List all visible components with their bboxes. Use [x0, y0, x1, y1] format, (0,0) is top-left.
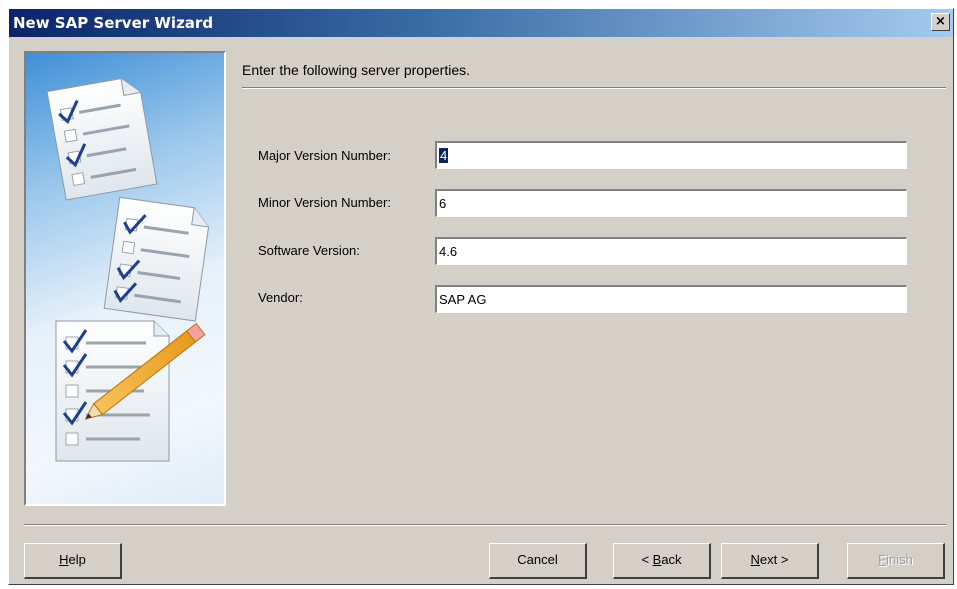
vendor-value: SAP AG: [439, 292, 487, 307]
vendor-label: Vendor:: [258, 290, 303, 305]
close-icon: ×: [935, 14, 946, 29]
back-label-suffix: ack: [661, 552, 682, 567]
footer-divider: [24, 524, 946, 526]
vendor-field[interactable]: SAP AG: [435, 285, 907, 313]
minor-version-field[interactable]: 6: [435, 189, 907, 217]
software-version-label: Software Version:: [258, 243, 360, 258]
help-label-suffix: elp: [68, 552, 86, 567]
finish-label-suffix: inish: [886, 552, 913, 567]
next-button[interactable]: Next >: [721, 543, 819, 579]
close-button[interactable]: ×: [931, 13, 950, 31]
back-label-prefix: <: [641, 552, 653, 567]
title-bar[interactable]: New SAP Server Wizard ×: [9, 9, 953, 37]
wizard-illustration: [24, 51, 226, 506]
cancel-button[interactable]: Cancel: [489, 543, 587, 579]
checklist-illustration-icon: [46, 78, 210, 462]
software-version-value: 4.6: [439, 244, 458, 259]
help-button[interactable]: Help: [24, 543, 122, 579]
finish-button[interactable]: Finish: [847, 543, 945, 579]
software-version-field[interactable]: 4.6: [435, 237, 907, 265]
next-label-key: N: [750, 552, 760, 567]
wizard-dialog: New SAP Server Wizard × Enter the follow…: [8, 8, 954, 585]
major-version-label: Major Version Number:: [258, 148, 391, 163]
window-title: New SAP Server Wizard: [13, 14, 214, 32]
finish-label-key: F: [878, 552, 887, 567]
back-button[interactable]: < Back: [613, 543, 711, 579]
instruction-text: Enter the following server properties.: [242, 62, 470, 78]
next-label-suffix: ext >: [759, 552, 789, 567]
minor-version-label: Minor Version Number:: [258, 195, 391, 210]
major-version-field[interactable]: 4: [435, 141, 907, 169]
major-version-value: 4: [439, 148, 449, 163]
minor-version-value: 6: [439, 196, 447, 211]
help-label-key: H: [59, 552, 69, 567]
cancel-label: Cancel: [517, 552, 558, 567]
header-divider: [242, 87, 946, 89]
